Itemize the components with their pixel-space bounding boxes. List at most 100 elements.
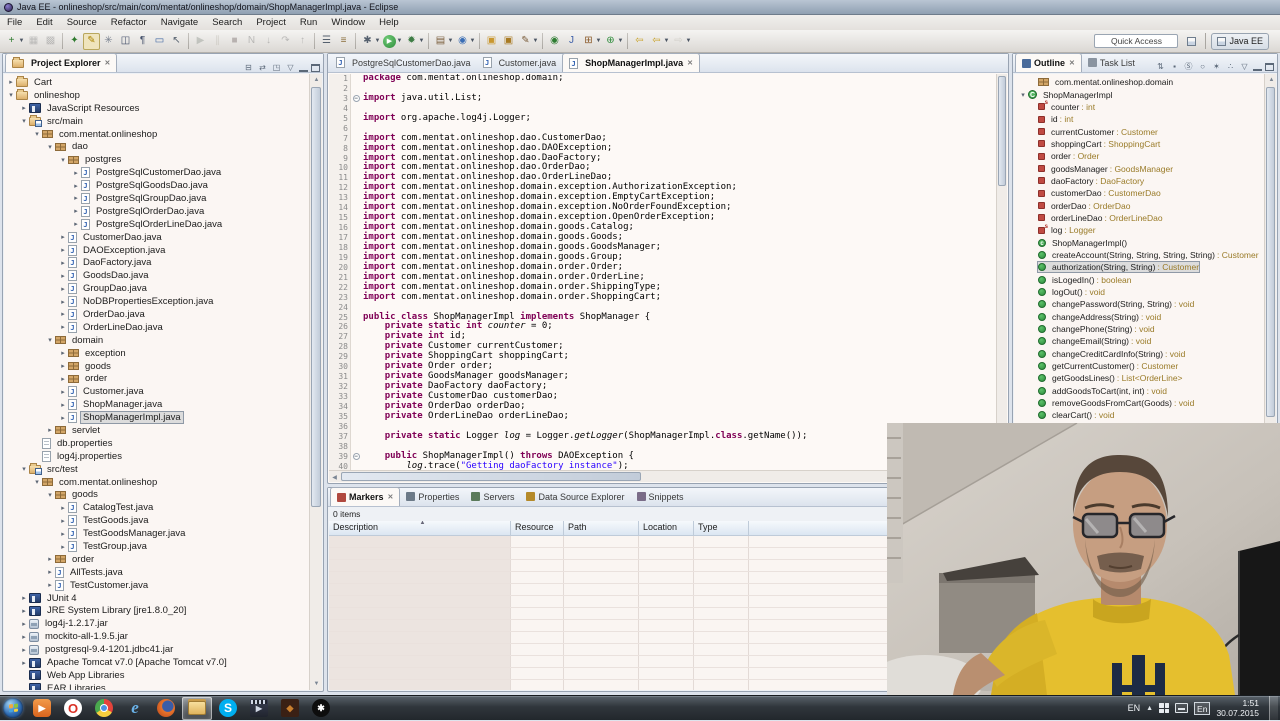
close-tab-icon[interactable]: ✕ [388, 493, 394, 501]
collapsed-arrow-icon[interactable]: ▸ [58, 233, 68, 241]
outline-item[interactable]: logOut() : void [1014, 286, 1264, 298]
dropdown-arrow-icon[interactable]: ▼ [532, 38, 539, 44]
tree-item[interactable]: ▸ Cart [4, 75, 309, 89]
collapsed-arrow-icon[interactable]: ▸ [58, 349, 68, 357]
outline-item[interactable]: changePassword(String, String) : void [1014, 298, 1264, 310]
debug-attach-icon[interactable]: ✦ [66, 33, 83, 50]
minimize-view-icon[interactable] [1253, 63, 1262, 71]
dropdown-arrow-icon[interactable]: ▼ [663, 38, 670, 44]
tree-item[interactable]: ▸ goods [4, 360, 309, 373]
hide-fields-icon[interactable]: ▪ [1169, 62, 1180, 71]
tree-item[interactable]: ▾ src/test [4, 462, 309, 476]
open-folder-icon[interactable]: ▣ [483, 33, 500, 50]
outline-item[interactable]: removeGoodsFromCart(Goods) : void [1014, 397, 1264, 409]
view-menu-icon[interactable]: ▽ [285, 63, 296, 72]
dropdown-arrow-icon[interactable]: ▼ [617, 38, 624, 44]
collapsed-arrow-icon[interactable]: ▸ [71, 169, 81, 177]
outline-item[interactable]: orderLineDao : OrderLineDao [1014, 212, 1264, 224]
tree-item[interactable]: log4j.properties [4, 450, 309, 463]
collapsed-arrow-icon[interactable]: ▸ [19, 646, 29, 654]
import-folder-icon[interactable]: ▣ [500, 33, 517, 50]
tree-item[interactable]: ▸ OrderDao.java [4, 308, 309, 321]
menu-navigate[interactable]: Navigate [154, 15, 206, 30]
tree-item[interactable]: ▸ order [4, 553, 309, 566]
focus-task-icon[interactable]: ◳ [271, 63, 282, 72]
collapsed-arrow-icon[interactable]: ▸ [58, 310, 68, 318]
console-icon[interactable]: ▭ [151, 33, 168, 50]
tree-item[interactable]: ▸ mockito-all-1.9.5.jar [4, 630, 309, 643]
outline-item[interactable]: changeCreditCardInfo(String) : void [1014, 348, 1264, 360]
collapsed-arrow-icon[interactable]: ▸ [19, 594, 29, 602]
collapsed-arrow-icon[interactable]: ▸ [58, 272, 68, 280]
close-view-icon[interactable]: ✕ [105, 59, 111, 67]
filter-icon[interactable]: ☰ [318, 33, 335, 50]
new-annotation-icon[interactable]: ✳ [100, 33, 117, 50]
collapsed-arrow-icon[interactable]: ▸ [45, 568, 55, 576]
taskbar-app-windows-media-player[interactable]: ▶ [27, 697, 57, 720]
dropdown-arrow-icon[interactable]: ▼ [418, 38, 425, 44]
collapsed-arrow-icon[interactable]: ▸ [58, 375, 68, 383]
editor-tab[interactable]: Customer.java [477, 53, 563, 72]
tree-item[interactable]: ▸ TestCustomer.java [4, 579, 309, 592]
collapsed-arrow-icon[interactable]: ▸ [45, 555, 55, 563]
collapsed-arrow-icon[interactable]: ▸ [71, 194, 81, 202]
taskbar-app-game[interactable]: ◆ [275, 697, 305, 720]
tree-item[interactable]: ▸ Apache Tomcat v7.0 [Apache Tomcat v7.0] [4, 656, 309, 669]
outline-item[interactable]: goodsManager : GoodsManager [1014, 162, 1264, 174]
link-icon[interactable]: ∴ [1225, 62, 1236, 71]
collapsed-arrow-icon[interactable]: ▸ [58, 259, 68, 267]
collapsed-arrow-icon[interactable]: ▸ [19, 607, 29, 615]
tree-item[interactable]: ▸ JRE System Library [jre1.8.0_20] [4, 605, 309, 618]
tree-item[interactable]: ▸ TestGoods.java [4, 514, 309, 527]
maximize-view-icon[interactable] [311, 63, 320, 72]
keyboard-layout-icon[interactable] [1175, 703, 1189, 713]
collapsed-arrow-icon[interactable]: ▸ [58, 362, 68, 370]
tree-item[interactable]: ▸ PostgreSqlCustomerDao.java [4, 166, 309, 179]
link-with-editor-icon[interactable]: ⇄ [257, 63, 268, 72]
outline-item[interactable]: authorization(String, String) : Customer [1014, 261, 1264, 274]
outline-item[interactable]: getCurrentCustomer() : Customer [1014, 360, 1264, 372]
menu-edit[interactable]: Edit [29, 15, 59, 30]
open-perspective-icon[interactable] [1183, 33, 1200, 50]
outline-item[interactable]: shoppingCart : ShoppingCart [1014, 138, 1264, 150]
tree-item[interactable]: db.properties [4, 437, 309, 450]
outline-item[interactable]: addGoodsToCart(int, int) : void [1014, 385, 1264, 397]
expanded-arrow-icon[interactable]: ▾ [58, 156, 68, 164]
bottom-tab-properties[interactable]: Properties [400, 487, 465, 506]
expanded-arrow-icon[interactable]: ▾ [45, 143, 55, 151]
fold-marker-icon[interactable]: − [351, 94, 361, 104]
collapsed-arrow-icon[interactable]: ▸ [58, 401, 68, 409]
collapsed-arrow-icon[interactable]: ▸ [19, 620, 29, 628]
column-header-resource[interactable]: Resource [511, 521, 564, 536]
collapsed-arrow-icon[interactable]: ▸ [71, 182, 81, 190]
menu-source[interactable]: Source [60, 15, 104, 30]
collapsed-arrow-icon[interactable]: ▸ [71, 207, 81, 215]
outline-item[interactable]: createAccount(String, String, String, St… [1014, 249, 1264, 261]
collapsed-arrow-icon[interactable]: ▸ [58, 323, 68, 331]
tree-item[interactable]: ▸ GroupDao.java [4, 282, 309, 295]
taskbar-app-obs[interactable]: ✱ [306, 697, 336, 720]
code-line[interactable]: 24 [329, 302, 996, 313]
taskbar-app-video-editor[interactable]: ▶ [244, 697, 274, 720]
collapsed-arrow-icon[interactable]: ▸ [58, 517, 68, 525]
tree-item[interactable]: Web App Libraries [4, 669, 309, 682]
menu-window[interactable]: Window [324, 15, 372, 30]
tree-item[interactable]: ▾ src/main [4, 114, 309, 128]
expanded-arrow-icon[interactable]: ▾ [32, 478, 42, 486]
tree-item[interactable]: ▾ onlineshop [4, 88, 309, 102]
tree-item[interactable]: ▸ NoDBPropertiesException.java [4, 295, 309, 308]
tree-item[interactable]: ▸ ShopManagerImpl.java [4, 411, 309, 425]
tree-item[interactable]: ▾ com.mentat.onlineshop [4, 128, 309, 141]
expanded-arrow-icon[interactable]: ▾ [45, 491, 55, 499]
dropdown-arrow-icon[interactable]: ▼ [469, 38, 476, 44]
close-tab-icon[interactable]: ✕ [1069, 59, 1075, 67]
tab-task-list[interactable]: Task List [1082, 53, 1141, 72]
show-block-icon[interactable]: ◫ [117, 33, 134, 50]
outline-item[interactable]: getGoodsLines() : List<OrderLine> [1014, 372, 1264, 384]
tab-project-explorer[interactable]: Project Explorer ✕ [5, 53, 118, 72]
collapse-all-icon[interactable]: ⊟ [243, 63, 254, 72]
collapsed-arrow-icon[interactable]: ▸ [19, 104, 29, 112]
highlighter-icon[interactable]: ✎ [83, 32, 100, 50]
code-line[interactable]: 35 private OrderLineDao orderLineDao; [329, 411, 996, 422]
new-java-project-icon[interactable]: J [563, 33, 580, 50]
